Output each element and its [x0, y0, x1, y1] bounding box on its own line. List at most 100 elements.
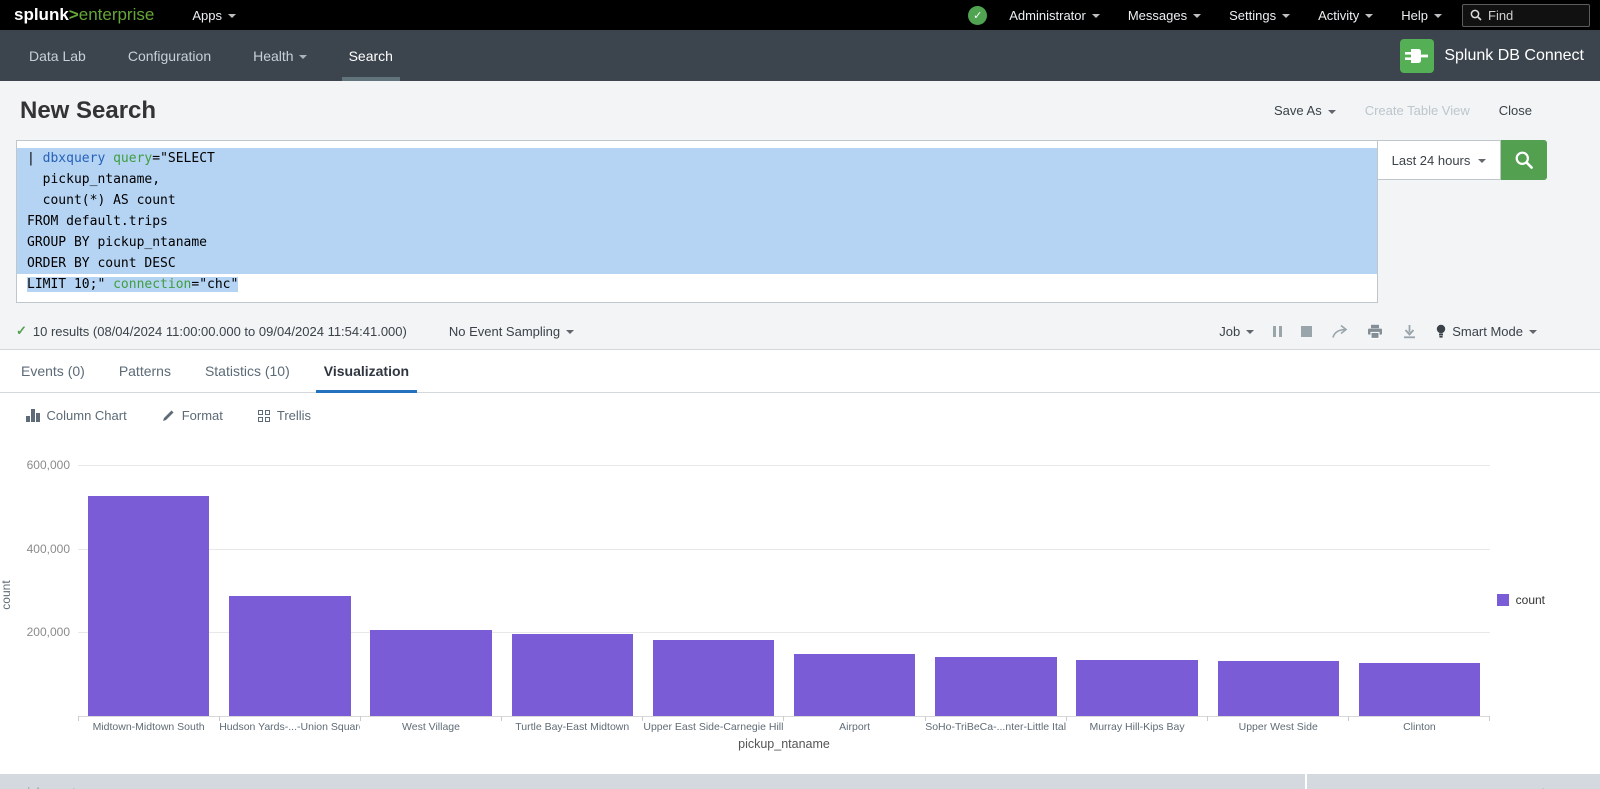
app-nav: Data Lab Configuration Health Search Splunk… [0, 30, 1600, 81]
query-text: | [27, 151, 43, 166]
tab-visualization[interactable]: Visualization [307, 350, 426, 392]
app-nav-item-search[interactable]: Search [328, 30, 414, 81]
apps-menu[interactable]: Apps [178, 0, 250, 30]
results-section: Events (0) Patterns Statistics (10)Visuali… [0, 349, 1600, 789]
chart-bar[interactable] [653, 640, 774, 716]
chart-type-button[interactable]: Column Chart [16, 408, 137, 423]
chart-bar-slot [502, 465, 643, 716]
query-line: pickup_ntaname, [17, 169, 1377, 190]
time-range-picker[interactable]: Last 24 hours [1378, 140, 1501, 180]
chart-bar[interactable] [935, 657, 1056, 716]
legend-swatch [1497, 594, 1509, 606]
chart-bar-slot [78, 465, 219, 716]
chart-bar[interactable] [512, 634, 633, 716]
results-bar: ✓ 10 results (08/04/2024 11:00:00.000 to… [0, 313, 1600, 349]
chart-legend[interactable]: count [1497, 593, 1545, 607]
job-controls: Job Smart Mode [1219, 324, 1537, 339]
top-nav-menu-messages[interactable]: Messages [1114, 0, 1215, 30]
logo-gt: > [69, 0, 79, 30]
top-nav-menu-activity[interactable]: Activity [1304, 0, 1387, 30]
tab-statistics-10[interactable]: Statistics (10) [188, 350, 307, 392]
app-nav-item-health[interactable]: Health [232, 30, 327, 81]
chart-bar[interactable] [229, 596, 350, 716]
db-connect-plug-icon [1400, 39, 1434, 73]
chart-bar-slot [1066, 465, 1207, 716]
create-table-view-button[interactable]: Create Table View [1365, 103, 1470, 118]
column-header-pickup-ntaname[interactable]: pickup_ntaname [0, 774, 1307, 789]
query-line: ORDER BY count DESC [17, 253, 1377, 274]
splunk-logo[interactable]: splunk>enterprise [0, 0, 154, 30]
app-nav-item-label: Health [253, 48, 293, 64]
chart-bar-slot [1208, 465, 1349, 716]
query-line: FROM default.trips [17, 211, 1377, 232]
stop-icon[interactable] [1301, 326, 1312, 337]
menu-label: Settings [1229, 8, 1276, 23]
query-text: count(*) AS count [27, 193, 176, 208]
app-nav-item-configuration[interactable]: Configuration [107, 30, 232, 81]
query-line-selection: LIMIT 10;" connection="chc" [27, 277, 238, 292]
chart-bar[interactable] [794, 654, 915, 716]
search-icon [1514, 150, 1534, 170]
app-nav-item-data-lab[interactable]: Data Lab [0, 30, 107, 81]
y-axis-tick-label: 600,000 [0, 458, 70, 472]
menu-label: Administrator [1009, 8, 1086, 23]
column-header-count[interactable]: count [1307, 774, 1600, 789]
export-download-icon[interactable] [1402, 324, 1417, 339]
query-line: | dbxquery query="SELECT [17, 148, 1377, 169]
chart-bar-slot [643, 465, 784, 716]
top-nav-menu-administrator[interactable]: Administrator [995, 0, 1114, 30]
chevron-down-icon [1434, 14, 1442, 18]
results-tabs: Events (0) Patterns Statistics (10)Visuali… [0, 350, 1600, 393]
top-nav-menu-settings[interactable]: Settings [1215, 0, 1304, 30]
y-axis-title: count [0, 565, 13, 625]
chart-bar[interactable] [1076, 660, 1197, 716]
save-as-button[interactable]: Save As [1274, 103, 1336, 118]
y-axis-tick-label: 200,000 [0, 625, 70, 639]
menu-label: Help [1401, 8, 1428, 23]
close-button[interactable]: Close [1499, 103, 1532, 118]
chart-bar[interactable] [1359, 663, 1480, 716]
tab-patterns[interactable]: Patterns [102, 350, 188, 392]
tab-label: Patterns [119, 363, 171, 379]
search-bar: | dbxquery query="SELECT pickup_ntaname,… [0, 140, 1600, 303]
event-sampling-menu[interactable]: No Event Sampling [449, 324, 574, 339]
search-icon [1470, 9, 1482, 21]
chart-bar-slot [784, 465, 925, 716]
column-chart-icon [26, 409, 40, 422]
format-button[interactable]: Format [152, 408, 233, 423]
app-title: Splunk DB Connect [1444, 47, 1584, 65]
x-axis-category-label: Murray Hill-Kips Bay [1066, 721, 1207, 733]
chart-bar[interactable] [1218, 661, 1339, 716]
app-nav-item-label: Data Lab [29, 48, 86, 64]
splunk-db-connect-search-page: splunk>enterprise Apps ✓ Administrator Me… [0, 0, 1600, 789]
x-axis-category-label: West Village [360, 721, 501, 733]
save-as-label: Save As [1274, 103, 1322, 118]
menu-label: Activity [1318, 8, 1359, 23]
chart-bar[interactable] [370, 630, 491, 716]
x-axis-category-label: Clinton [1349, 721, 1490, 733]
share-icon[interactable] [1331, 324, 1348, 339]
results-summary: 10 results (08/04/2024 11:00:00.000 to 0… [33, 324, 407, 339]
pencil-icon [162, 409, 175, 422]
results-check-icon: ✓ [16, 323, 27, 339]
trellis-button[interactable]: Trellis [248, 408, 321, 423]
x-axis-category-label: Airport [784, 721, 925, 733]
health-status-icon[interactable]: ✓ [968, 6, 987, 25]
find-input[interactable] [1488, 8, 1582, 23]
visualization-toolbar: Column Chart Format Trellis [0, 393, 1600, 438]
chart-bar-slot [219, 465, 360, 716]
pause-icon[interactable] [1273, 326, 1282, 337]
app-brand[interactable]: Splunk DB Connect [1400, 30, 1600, 81]
smart-mode-label: Smart Mode [1452, 324, 1523, 339]
top-nav-menu-help[interactable]: Help [1387, 0, 1456, 30]
find-search-box[interactable] [1462, 4, 1590, 27]
job-menu[interactable]: Job [1219, 324, 1254, 339]
tab-events-0[interactable]: Events (0) [4, 350, 102, 392]
run-search-button[interactable] [1501, 140, 1547, 180]
close-label: Close [1499, 103, 1532, 118]
query-text: LIMIT 10;" [27, 277, 113, 292]
search-mode-menu[interactable]: Smart Mode [1436, 324, 1537, 339]
chart-bar[interactable] [88, 496, 209, 716]
print-icon[interactable] [1367, 324, 1383, 339]
search-query-input[interactable]: | dbxquery query="SELECT pickup_ntaname,… [16, 140, 1378, 303]
